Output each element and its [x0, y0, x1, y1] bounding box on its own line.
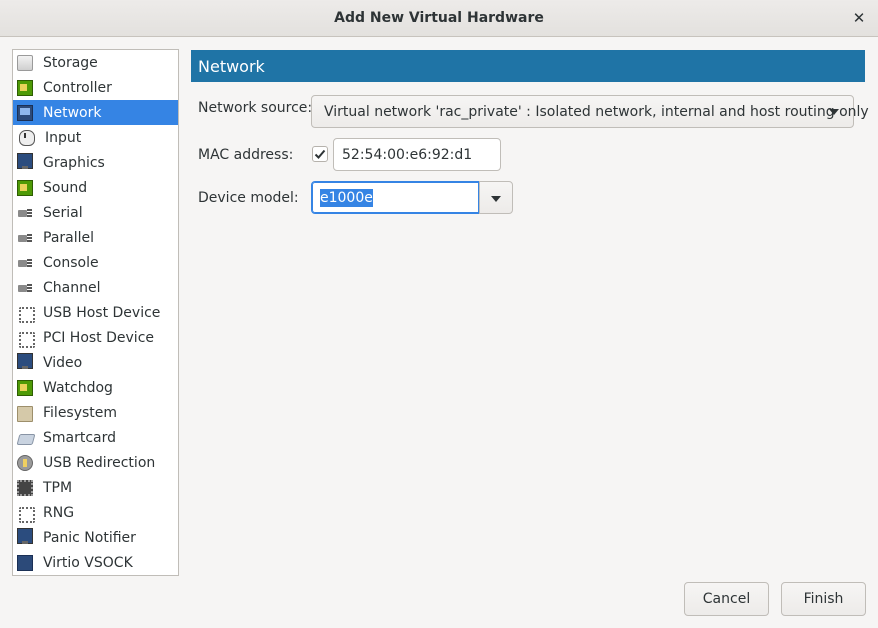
- folder-icon: [17, 405, 33, 422]
- sidebar-item-label: Input: [45, 129, 82, 146]
- sidebar-item-input[interactable]: Input: [13, 125, 178, 150]
- monitor-icon: [17, 353, 33, 369]
- window-title: Add New Virtual Hardware: [334, 10, 544, 26]
- mac-address-label: MAC address:: [198, 147, 294, 163]
- sidebar-item-tpm[interactable]: TPM: [13, 475, 178, 500]
- sidebar-item-virtio-vsock[interactable]: Virtio VSOCK: [13, 550, 178, 575]
- plug-icon: [17, 280, 33, 296]
- monitor-icon: [17, 528, 33, 544]
- sidebar-item-label: Storage: [43, 54, 98, 71]
- device-model-label: Device model:: [198, 190, 299, 206]
- chevron-down-icon: [829, 109, 839, 115]
- sidebar-item-serial[interactable]: Serial: [13, 200, 178, 225]
- network-source-value: Virtual network 'rac_private' : Isolated…: [324, 103, 869, 120]
- usb-redirection-icon: [17, 454, 33, 471]
- sidebar-item-label: Panic Notifier: [43, 529, 136, 546]
- finish-button[interactable]: Finish: [781, 582, 866, 616]
- monitor-icon: [17, 153, 33, 169]
- mouse-icon: [19, 129, 35, 146]
- chevron-down-icon: [491, 196, 501, 202]
- panel-header: Network: [191, 50, 865, 82]
- sidebar-item-label: Virtio VSOCK: [43, 554, 133, 571]
- sidebar-item-label: Serial: [43, 204, 83, 221]
- sidebar-item-label: Sound: [43, 179, 88, 196]
- sidebar-item-label: Video: [43, 354, 83, 371]
- sidebar-item-label: PCI Host Device: [43, 329, 155, 346]
- sidebar-item-video[interactable]: Video: [13, 350, 178, 375]
- network-source-dropdown[interactable]: Virtual network 'rac_private' : Isolated…: [311, 95, 869, 128]
- sidebar-item-network[interactable]: Network: [13, 100, 178, 125]
- sidebar-item-label: RNG: [43, 504, 75, 521]
- network-icon: [17, 554, 33, 571]
- sidebar-item-usb-host-device[interactable]: USB Host Device: [13, 300, 178, 325]
- sidebar-item-label: Watchdog: [43, 379, 113, 396]
- device-model-dropdown-button[interactable]: [479, 181, 513, 214]
- close-icon[interactable]: ✕: [850, 9, 868, 27]
- device-model-field[interactable]: e1000e: [311, 181, 480, 214]
- disk-icon: [17, 54, 33, 71]
- usb-icon: [17, 305, 35, 323]
- sidebar-item-console[interactable]: Console: [13, 250, 178, 275]
- sidebar-item-label: Smartcard: [43, 429, 117, 446]
- sidebar-item-panic-notifier[interactable]: Panic Notifier: [13, 525, 178, 550]
- sidebar-item-label: USB Redirection: [43, 454, 156, 471]
- mac-address-value: 52:54:00:e6:92:d1: [342, 146, 473, 163]
- smartcard-icon: [17, 430, 33, 446]
- chip-icon: [17, 479, 33, 496]
- card-icon: [17, 379, 33, 396]
- sidebar-item-storage[interactable]: Storage: [13, 50, 178, 75]
- sidebar-item-usb-redirection[interactable]: USB Redirection: [13, 450, 178, 475]
- sidebar-item-label: Network: [43, 104, 102, 121]
- sidebar-item-label: Console: [43, 254, 99, 271]
- title-bar: Add New Virtual Hardware ✕: [0, 0, 878, 37]
- panel-title: Network: [198, 56, 265, 76]
- checkmark-icon: [314, 149, 326, 159]
- sidebar-item-filesystem[interactable]: Filesystem: [13, 400, 178, 425]
- sidebar-item-label: Graphics: [43, 154, 105, 171]
- sidebar-item-pci-host-device[interactable]: PCI Host Device: [13, 325, 178, 350]
- sidebar-item-graphics[interactable]: Graphics: [13, 150, 178, 175]
- plug-icon: [17, 230, 33, 246]
- mac-address-checkbox[interactable]: [312, 146, 328, 162]
- finish-button-label: Finish: [803, 591, 844, 607]
- plug-icon: [17, 205, 33, 221]
- usb-icon: [17, 505, 35, 523]
- card-icon: [17, 179, 33, 196]
- network-source-label: Network source:: [198, 100, 313, 116]
- card-icon: [17, 79, 33, 96]
- sidebar-item-label: Parallel: [43, 229, 95, 246]
- device-model-value: e1000e: [320, 188, 373, 207]
- sidebar-item-label: USB Host Device: [43, 304, 161, 321]
- sidebar-item-label: TPM: [43, 479, 73, 496]
- sidebar-item-channel[interactable]: Channel: [13, 275, 178, 300]
- sidebar-item-controller[interactable]: Controller: [13, 75, 178, 100]
- network-icon: [17, 104, 33, 121]
- sidebar-item-smartcard[interactable]: Smartcard: [13, 425, 178, 450]
- cancel-button[interactable]: Cancel: [684, 582, 769, 616]
- mac-address-field[interactable]: 52:54:00:e6:92:d1: [333, 138, 501, 171]
- sidebar-item-parallel[interactable]: Parallel: [13, 225, 178, 250]
- sidebar-item-sound[interactable]: Sound: [13, 175, 178, 200]
- sidebar-item-label: Controller: [43, 79, 112, 96]
- sidebar-item-watchdog[interactable]: Watchdog: [13, 375, 178, 400]
- sidebar-item-rng[interactable]: RNG: [13, 500, 178, 525]
- sidebar-item-label: Channel: [43, 279, 101, 296]
- usb-icon: [17, 330, 35, 348]
- hardware-type-list[interactable]: Storage Controller Network Input Graphic…: [12, 49, 179, 576]
- plug-icon: [17, 255, 33, 271]
- sidebar-item-label: Filesystem: [43, 404, 118, 421]
- cancel-button-label: Cancel: [702, 591, 751, 607]
